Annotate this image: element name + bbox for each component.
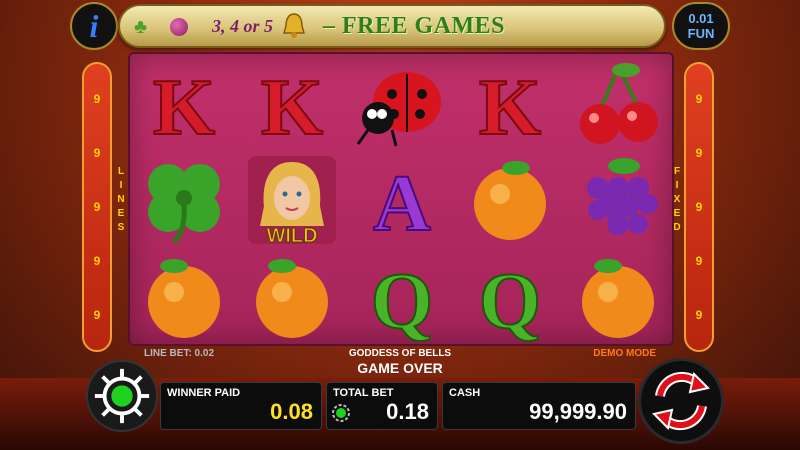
cash-label: CASH [449, 387, 481, 399]
wild-label: WILD [266, 225, 317, 246]
game-name: GODDESS OF BELLS [348, 348, 452, 359]
line-count: 9 [695, 308, 703, 322]
settings-button[interactable] [86, 360, 158, 432]
grape-symbol [564, 152, 672, 248]
orange-symbol [238, 250, 346, 346]
svg-text:Q: Q [371, 258, 433, 344]
grape-icon [170, 18, 188, 36]
orange-symbol [456, 152, 564, 248]
svg-text:Q: Q [479, 258, 541, 344]
svg-text:K: K [153, 64, 215, 150]
info-icon: i [89, 7, 99, 44]
total-bet-value: 0.18 [386, 399, 429, 424]
ladybug-symbol [348, 56, 456, 152]
k-symbol: K [130, 56, 238, 152]
svg-text:K: K [261, 64, 323, 150]
line-count: 9 [93, 146, 101, 160]
winner-paid-panel: WINNER PAID 0.08 [160, 382, 322, 430]
cash-panel: CASH 99,999.90 [442, 382, 636, 430]
clover-symbol [130, 152, 238, 248]
right-lines-bar[interactable]: 9 9 9 9 9 [684, 62, 714, 352]
free-games-banner: ♣ 3, 4 or 5 – FREE GAMES [118, 4, 666, 48]
line-count: 9 [695, 200, 703, 214]
info-button[interactable]: i [70, 2, 118, 50]
gear-icon [94, 368, 150, 424]
q-symbol: Q [456, 250, 564, 346]
wild-symbol: WILD [238, 152, 346, 248]
line-count: 9 [93, 92, 101, 106]
q-symbol: Q [348, 250, 456, 346]
bet-coin-icon[interactable] [331, 403, 351, 423]
demo-mode-badge: DEMO MODE [593, 348, 656, 359]
denomination-value: 0.01 [688, 11, 714, 26]
clover-icon: ♣ [134, 16, 148, 38]
free-games-text: – FREE GAMES [323, 12, 506, 39]
left-lines-bar[interactable]: 9 9 9 9 9 [82, 62, 112, 352]
bell-icon [279, 11, 309, 41]
orange-symbol [564, 250, 672, 346]
line-count: 9 [93, 200, 101, 214]
svg-text:A: A [373, 160, 431, 246]
line-count: 9 [93, 308, 101, 322]
k-symbol: K [238, 56, 346, 152]
currency-label: FUN [687, 26, 715, 41]
cash-value: 99,999.90 [529, 399, 627, 424]
line-count: 9 [695, 92, 703, 106]
reel-grid: K K K WILD A Q Q [128, 52, 674, 346]
denomination-button[interactable]: 0.01 FUN [672, 2, 730, 50]
k-symbol: K [456, 56, 564, 152]
a-symbol: A [348, 152, 456, 248]
svg-text:K: K [479, 64, 541, 150]
spin-button[interactable] [638, 358, 724, 444]
total-bet-panel[interactable]: TOTAL BET 0.18 [326, 382, 438, 430]
scatter-count-text: 3, 4 or 5 [212, 15, 274, 36]
line-count: 9 [93, 254, 101, 268]
lines-label: LINES [117, 166, 125, 233]
winner-paid-label: WINNER PAID [167, 387, 241, 399]
line-count: 9 [695, 254, 703, 268]
cherry-symbol [564, 56, 672, 152]
orange-symbol [130, 250, 238, 346]
spin-arrows-icon [652, 371, 710, 431]
line-count: 9 [695, 146, 703, 160]
winner-paid-value: 0.08 [270, 399, 313, 424]
total-bet-label: TOTAL BET [333, 387, 394, 399]
